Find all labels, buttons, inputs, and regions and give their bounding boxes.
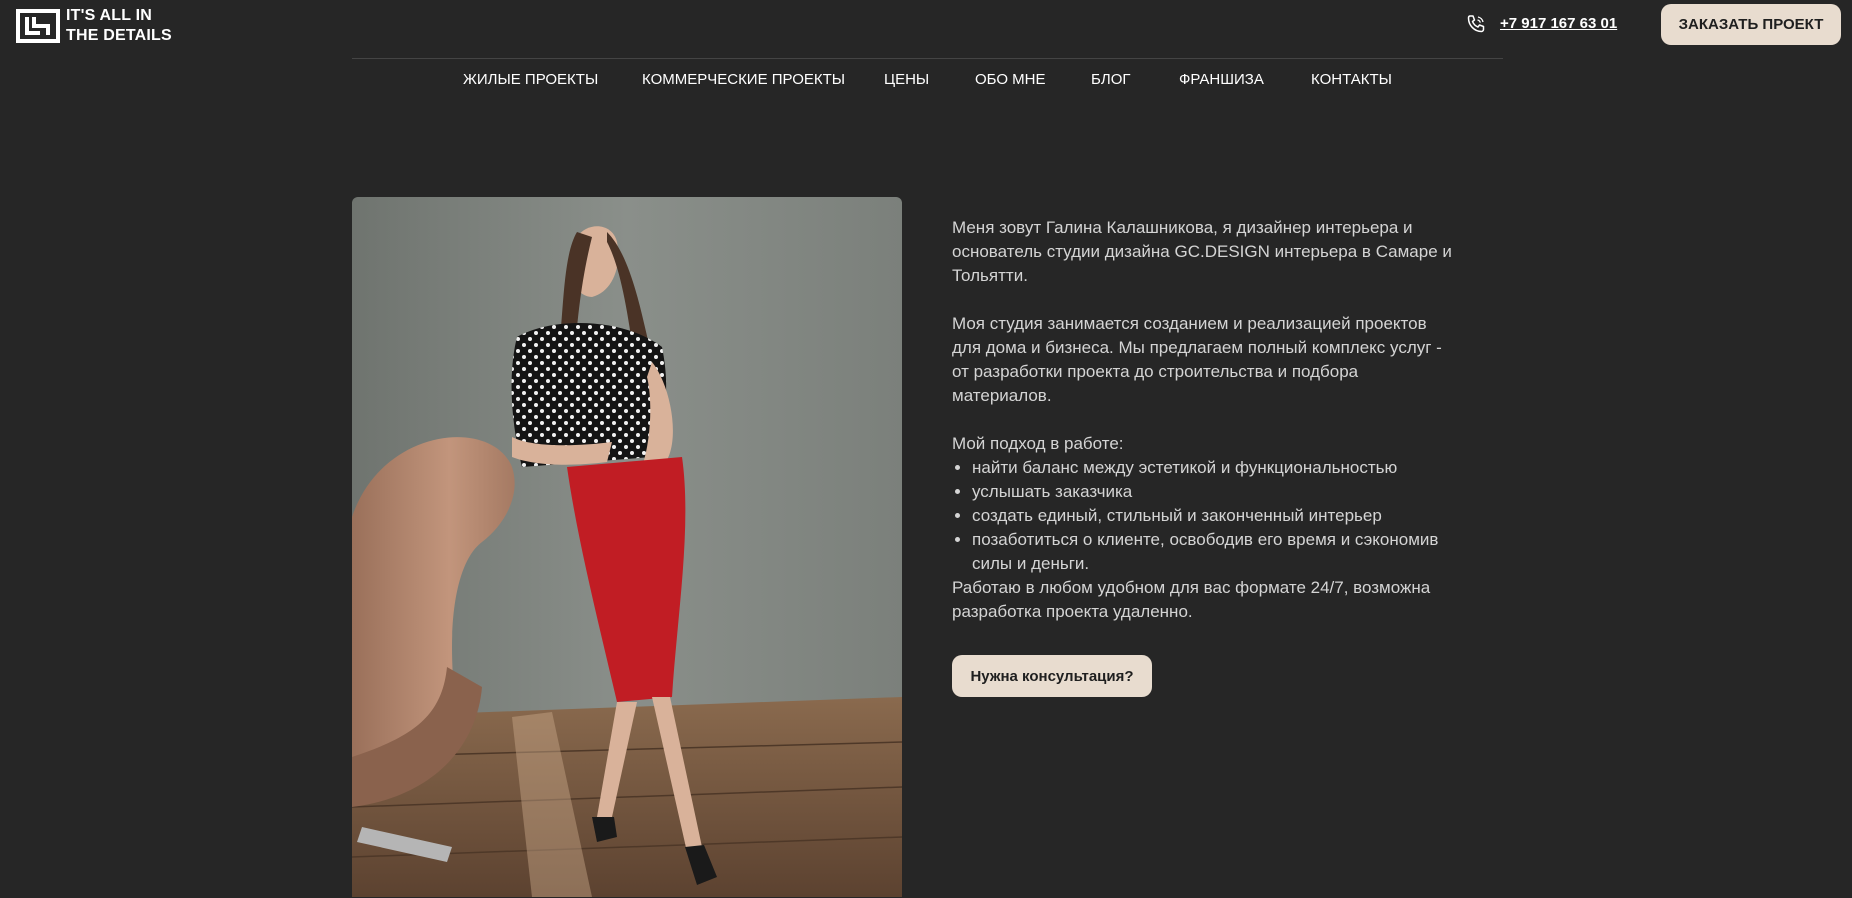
order-project-button[interactable]: ЗАКАЗАТЬ ПРОЕКТ [1661,4,1841,45]
nav-item-prices[interactable]: ЦЕНЫ [884,70,929,90]
phone-icon [1467,15,1485,33]
nav-item-blog[interactable]: БЛОГ [1091,70,1130,90]
approach-list: найти баланс между эстетикой и функциона… [952,456,1452,576]
about-section: Меня зовут Галина Калашникова, я дизайне… [952,216,1452,624]
logo[interactable]: IT'S ALL IN THE DETAILS [16,6,172,46]
about-studio: Моя студия занимается созданием и реализ… [952,314,1442,405]
designer-portrait-photo [352,197,902,897]
logo-text: IT'S ALL IN THE DETAILS [66,6,172,46]
logo-line-1: IT'S ALL IN [66,7,153,24]
nav-item-residential[interactable]: ЖИЛЫЕ ПРОЕКТЫ [463,70,598,90]
phone-link[interactable]: +7 917 167 63 01 [1500,12,1617,36]
about-intro: Меня зовут Галина Калашникова, я дизайне… [952,218,1452,285]
logo-line-2: THE DETAILS [66,27,172,44]
list-item: позаботиться о клиенте, освободив его вр… [972,528,1452,576]
nav-divider [352,58,1503,59]
list-item: найти баланс между эстетикой и функциона… [972,456,1452,480]
nav-item-about[interactable]: ОБО МНЕ [975,70,1046,90]
nav-item-franchise[interactable]: ФРАНШИЗА [1179,70,1264,90]
consultation-button[interactable]: Нужна консультация? [952,655,1152,697]
list-item: создать единый, стильный и законченный и… [972,504,1452,528]
nav-item-contacts[interactable]: КОНТАКТЫ [1311,70,1392,90]
main-nav: ЖИЛЫЕ ПРОЕКТЫ КОММЕРЧЕСКИЕ ПРОЕКТЫ ЦЕНЫ … [0,70,1852,94]
about-format: Работаю в любом удобном для вас формате … [952,578,1431,621]
phone[interactable]: +7 917 167 63 01 [1466,12,1617,36]
nav-item-commercial[interactable]: КОММЕРЧЕСКИЕ ПРОЕКТЫ [642,70,845,90]
logo-mark-icon [16,9,60,43]
list-item: услышать заказчика [972,480,1452,504]
approach-title: Мой подход в работе: [952,434,1124,453]
